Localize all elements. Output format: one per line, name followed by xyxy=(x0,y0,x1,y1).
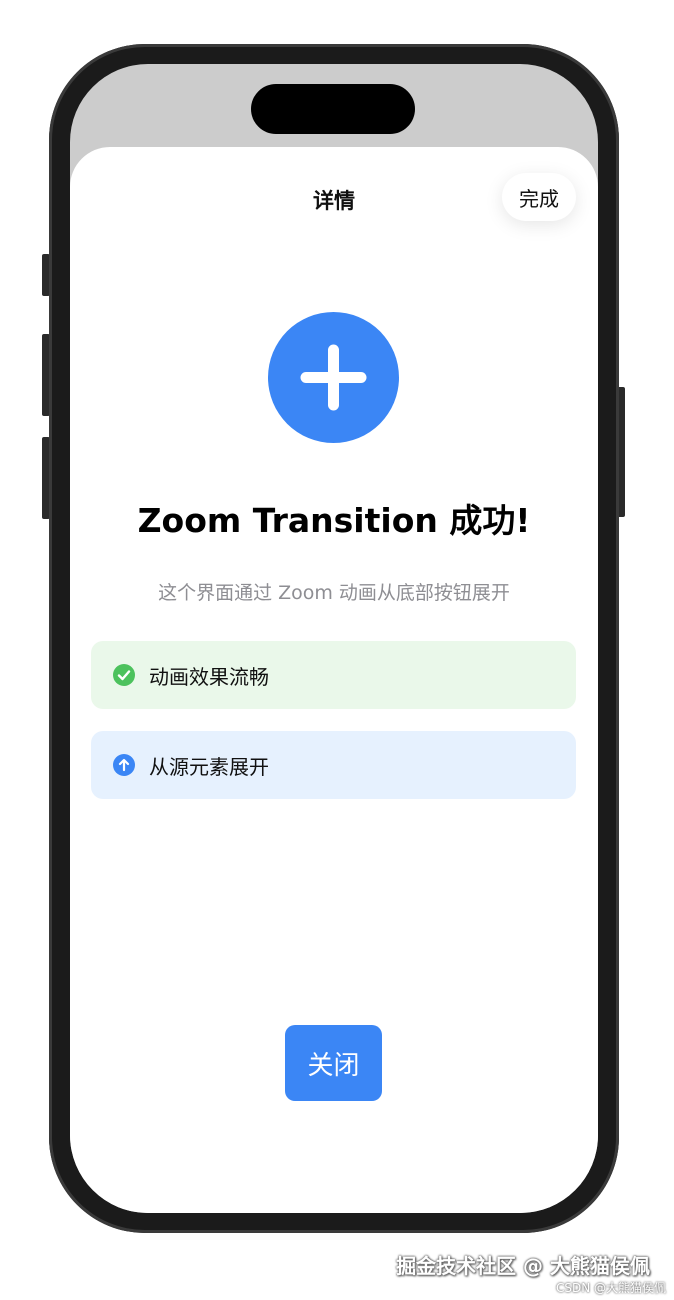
watermark-juejin: 掘金技术社区 @ 大熊猫侯佩 xyxy=(396,1254,650,1278)
feature-row-expand-from-source: 从源元素展开 xyxy=(91,731,576,799)
feature-label: 动画效果流畅 xyxy=(149,664,269,689)
detail-sheet: 详情 完成 Zoom Transition 成功! 这个界面通过 Zoom 动画… xyxy=(70,147,598,1213)
watermark-csdn: CSDN @大熊猫侯佩 xyxy=(555,1281,666,1295)
feature-label: 从源元素展开 xyxy=(149,754,269,779)
close-button[interactable]: 关闭 xyxy=(285,1025,382,1101)
dynamic-island xyxy=(251,84,415,134)
plus-icon xyxy=(268,312,399,443)
feature-row-smooth-animation: 动画效果流畅 xyxy=(91,641,576,709)
phone-screen: 详情 完成 Zoom Transition 成功! 这个界面通过 Zoom 动画… xyxy=(70,64,598,1213)
arrow-up-circle-icon xyxy=(113,754,135,776)
checkmark-circle-icon xyxy=(113,664,135,686)
success-headline: Zoom Transition 成功! xyxy=(137,501,531,540)
description-subtitle: 这个界面通过 Zoom 动画从底部按钮展开 xyxy=(158,582,510,604)
screenshot-stage: 详情 完成 Zoom Transition 成功! 这个界面通过 Zoom 动画… xyxy=(0,0,674,1300)
done-button[interactable]: 完成 xyxy=(502,173,576,221)
